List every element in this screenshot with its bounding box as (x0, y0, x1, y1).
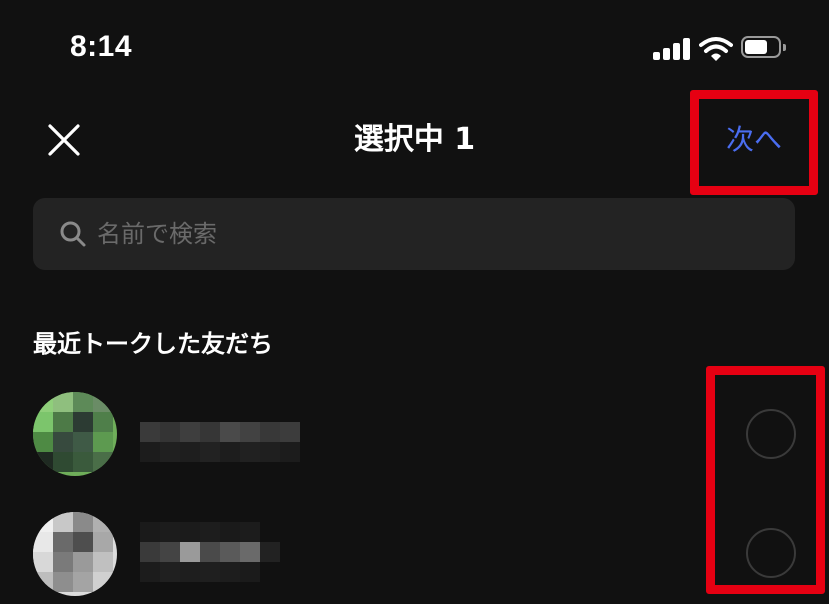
friend-row[interactable] (0, 504, 829, 604)
status-time: 8:14 (70, 30, 133, 63)
friend-name-obscured (140, 522, 320, 582)
search-input[interactable] (97, 198, 777, 270)
checkbox-highlight-annotation (706, 366, 825, 594)
friend-row[interactable] (0, 384, 829, 484)
search-icon (60, 221, 86, 247)
wifi-icon (699, 37, 733, 61)
avatar (33, 512, 117, 596)
next-button[interactable]: 次へ (726, 120, 782, 160)
avatar (33, 392, 117, 476)
search-bar[interactable] (33, 198, 795, 270)
section-title: 最近トークした友だち (33, 330, 273, 358)
battery-icon (741, 36, 787, 60)
cellular-signal-icon (653, 38, 691, 60)
friend-name-obscured (140, 422, 320, 462)
